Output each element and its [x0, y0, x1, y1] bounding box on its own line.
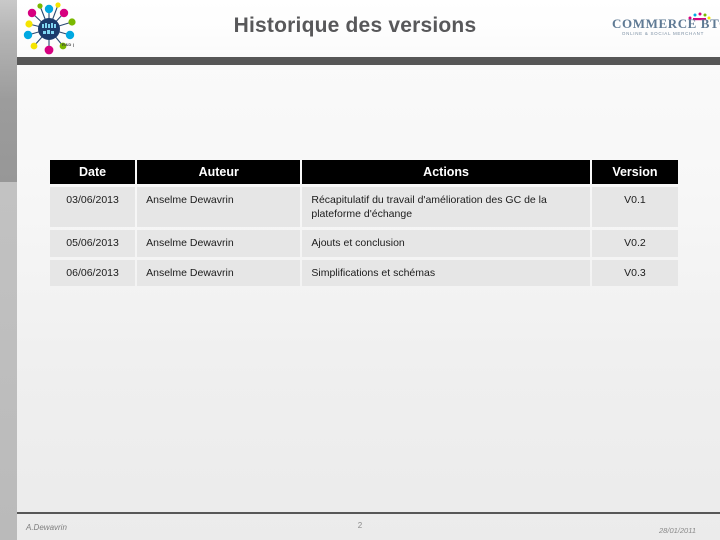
- footer-page-number: 2: [357, 521, 363, 530]
- table-row: 05/06/2013 Anselme Dewavrin Ajouts et co…: [50, 230, 678, 257]
- network-hub-logo-icon: [23, 2, 76, 55]
- network-hub-logo: R&D |: [18, 2, 80, 58]
- commerce-btoc-logo: COMMERCE BTOC ONLINE & SOCIAL MERCHANT: [612, 12, 720, 44]
- table-row: 06/06/2013 Anselme Dewavrin Simplificati…: [50, 259, 678, 286]
- column-header-version: Version: [591, 160, 678, 184]
- column-header-auteur: Auteur: [137, 160, 301, 184]
- version-history-table: Date Auteur Actions Version 03/06/2013 A…: [48, 157, 680, 289]
- cell-date: 03/06/2013: [50, 187, 136, 228]
- slide-canvas: R&D | Historique des versions COMMERCE B…: [0, 0, 720, 540]
- cell-actions: Simplifications et schémas: [302, 259, 590, 286]
- footer-author: A.Dewavrin: [26, 523, 67, 532]
- page-title: Historique des versions: [233, 14, 477, 37]
- table-row: 03/06/2013 Anselme Dewavrin Récapitulati…: [50, 187, 678, 228]
- left-accent-strip-top: [0, 0, 17, 182]
- footer-divider: [17, 512, 720, 514]
- logo-right-wordmark: COMMERCE BTOC: [612, 16, 720, 31]
- left-accent-strip-bottom: [0, 182, 17, 540]
- cell-date: 05/06/2013: [50, 230, 136, 257]
- cell-version: V0.2: [591, 230, 678, 257]
- cell-actions: Ajouts et conclusion: [302, 230, 590, 257]
- cell-version: V0.3: [591, 259, 678, 286]
- cell-date: 06/06/2013: [50, 259, 136, 286]
- cell-auteur: Anselme Dewavrin: [137, 259, 301, 286]
- cell-auteur: Anselme Dewavrin: [137, 230, 301, 257]
- header-divider-bar: [17, 57, 720, 65]
- column-header-actions: Actions: [302, 160, 590, 184]
- logo-right-tagline: ONLINE & SOCIAL MERCHANT: [621, 31, 705, 36]
- column-header-date: Date: [50, 160, 136, 184]
- logo-left-caption: R&D |: [62, 42, 75, 47]
- cell-version: V0.1: [591, 187, 678, 228]
- table-header-row: Date Auteur Actions Version: [50, 160, 678, 184]
- cell-auteur: Anselme Dewavrin: [137, 187, 301, 228]
- footer-date: 28/01/2011: [659, 526, 696, 535]
- cell-actions: Récapitulatif du travail d'amélioration …: [302, 187, 590, 228]
